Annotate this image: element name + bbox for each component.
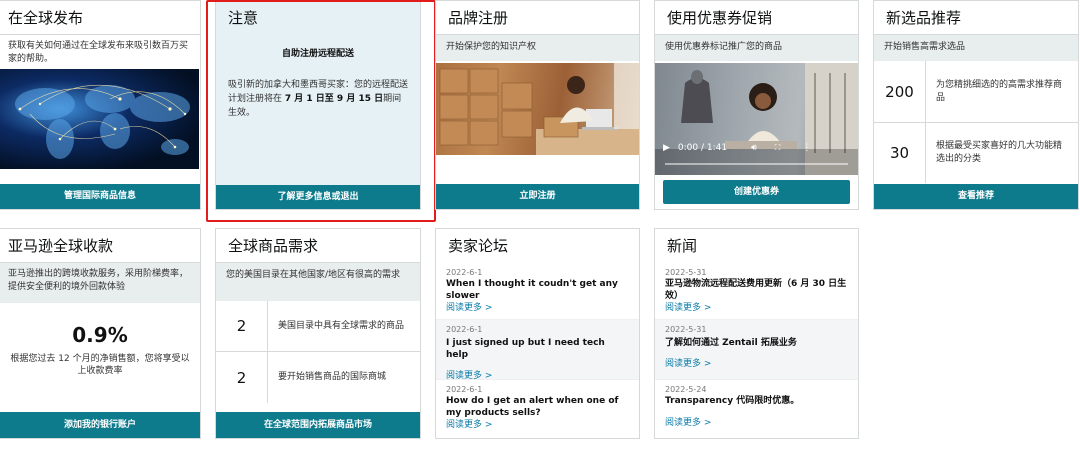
card-title: 新闻 <box>655 229 858 263</box>
news-item[interactable]: 2022-5-31 了解如何通过 Zentail 拓展业务 阅读更多 > <box>655 320 858 380</box>
post-title[interactable]: How do I get an alert when one of my pro… <box>446 395 629 419</box>
card-title: 卖家论坛 <box>436 229 639 263</box>
read-more-link[interactable]: 阅读更多 > <box>665 302 848 314</box>
demand-row[interactable]: 2 美国目录中具有全球需求的商品 <box>216 301 420 352</box>
demand-count: 2 <box>216 352 268 403</box>
card-title: 在全球发布 <box>0 1 200 35</box>
coupon-video-player[interactable]: ▶ 0:00 / 1:41 🔊︎ ⛶ ⋮ <box>655 63 858 175</box>
expand-global-markets-button[interactable]: 在全球范围内拓展商品市场 <box>216 412 420 438</box>
seller-forum-card: 卖家论坛 2022-6-1 When I thought it coudn't … <box>435 228 640 439</box>
create-coupon-button[interactable]: 创建优惠券 <box>663 180 850 204</box>
world-network-image <box>0 69 199 169</box>
demand-text: 要开始销售商品的国际商城 <box>278 372 387 382</box>
read-more-link[interactable]: 阅读更多 > <box>665 358 848 370</box>
fee-rate-value: 0.9% <box>72 323 128 347</box>
volume-icon[interactable]: 🔊︎ <box>751 143 757 153</box>
card-description: 开始保护您的知识产权 <box>436 35 639 61</box>
manage-international-listings-button[interactable]: 管理国际商品信息 <box>0 184 200 209</box>
news-title[interactable]: Transparency 代码限时优惠。 <box>665 395 848 407</box>
card-description: 亚马逊推出的跨境收款服务，采用阶梯费率，提供安全便利的境外回款体验 <box>0 263 200 303</box>
card-title: 使用优惠券促销 <box>655 1 858 35</box>
news-title[interactable]: 亚马逊物流远程配送费用更新（6 月 30 日生效） <box>665 278 848 302</box>
notice-date-range: 7 月 1 日至 9 月 15 日 <box>284 94 384 104</box>
recommendation-text: 根据最受买家喜好的几大功能精选出的分类 <box>936 141 1063 164</box>
card-title: 品牌注册 <box>436 1 639 35</box>
recommendation-count: 30 <box>874 123 926 183</box>
add-bank-account-button[interactable]: 添加我的银行账户 <box>0 412 200 438</box>
card-title: 全球商品需求 <box>216 229 420 263</box>
more-options-icon[interactable]: ⋮ <box>802 143 811 153</box>
news-item[interactable]: 2022-5-24 Transparency 代码限时优惠。 阅读更多 > <box>655 380 858 432</box>
read-more-link[interactable]: 阅读更多 > <box>446 302 629 314</box>
news-title[interactable]: 了解如何通过 Zentail 拓展业务 <box>665 337 848 349</box>
fullscreen-icon[interactable]: ⛶ <box>775 143 781 153</box>
video-controls: ▶ 0:00 / 1:41 🔊︎ ⛶ ⋮ <box>655 137 858 159</box>
card-title: 注意 <box>216 1 420 35</box>
global-payments-card: 亚马逊全球收款 亚马逊推出的跨境收款服务，采用阶梯费率，提供安全便利的境外回款体… <box>0 228 201 439</box>
video-progress-bar[interactable] <box>665 163 848 165</box>
recommendation-text: 为您精挑细选的的高需求推荐商品 <box>936 79 1063 103</box>
forum-post[interactable]: 2022-6-1 How do I get an alert when one … <box>436 380 639 434</box>
card-description: 您的美国目录在其他国家/地区有很高的需求 <box>216 263 420 301</box>
notice-body: 吸引新的加拿大和墨西哥买家：您的远程配送计划注册将在 7 月 1 日至 9 月 … <box>216 78 420 120</box>
notice-heading: 自助注册远程配送 <box>281 49 354 59</box>
card-description: 使用优惠券标记推广您的商品 <box>655 35 858 61</box>
fee-rate-note: 根据您过去 12 个月的净销售额，您将享受以上收款费率 <box>10 354 190 376</box>
card-description: 开始销售高需求选品 <box>874 35 1078 61</box>
recommendation-count: 200 <box>874 61 926 122</box>
recommendation-row[interactable]: 200 为您精挑细选的的高需求推荐商品 <box>874 61 1078 123</box>
demand-row[interactable]: 2 要开始销售商品的国际商城 <box>216 352 420 403</box>
news-date: 2022-5-31 <box>665 268 707 277</box>
seller-packing-image <box>436 63 639 155</box>
card-title: 新选品推荐 <box>874 1 1078 35</box>
card-title: 亚马逊全球收款 <box>0 229 200 263</box>
forum-post[interactable]: 2022-6-1 I just signed up but I need tec… <box>436 320 639 381</box>
learn-more-or-opt-out-button[interactable]: 了解更多信息或退出 <box>216 185 420 209</box>
register-now-button[interactable]: 立即注册 <box>436 184 639 209</box>
news-date: 2022-5-24 <box>665 385 707 394</box>
read-more-link[interactable]: 阅读更多 > <box>446 419 629 431</box>
demand-count: 2 <box>216 301 268 351</box>
new-selection-card: 新选品推荐 开始销售高需求选品 200 为您精挑细选的的高需求推荐商品 30 根… <box>873 0 1079 210</box>
coupon-card: 使用优惠券促销 使用优惠券标记推广您的商品 ▶ 0:00 / 1:41 🔊︎ ⛶… <box>654 0 859 210</box>
post-date: 2022-6-1 <box>446 325 483 334</box>
brand-registry-card: 品牌注册 开始保护您的知识产权 立即注册 <box>435 0 640 210</box>
card-description: 获取有关如何通过在全球发布来吸引数百万买家的帮助。 <box>0 35 200 69</box>
recommendation-row[interactable]: 30 根据最受买家喜好的几大功能精选出的分类 <box>874 123 1078 183</box>
post-date: 2022-6-1 <box>446 385 483 394</box>
read-more-link[interactable]: 阅读更多 > <box>665 417 848 429</box>
post-title[interactable]: When I thought it coudn't get any slower <box>446 278 629 302</box>
forum-post[interactable]: 2022-6-1 When I thought it coudn't get a… <box>436 263 639 320</box>
play-icon[interactable]: ▶ <box>663 143 670 153</box>
news-date: 2022-5-31 <box>665 325 707 334</box>
global-launch-card: 在全球发布 获取有关如何通过在全球发布来吸引数百万买家的帮助。 管理国际商品信息 <box>0 0 201 210</box>
video-time: 0:00 / 1:41 <box>677 143 728 153</box>
news-card: 新闻 2022-5-31 亚马逊物流远程配送费用更新（6 月 30 日生效） 阅… <box>654 228 859 439</box>
demand-text: 美国目录中具有全球需求的商品 <box>278 320 405 331</box>
post-date: 2022-6-1 <box>446 268 483 277</box>
news-item[interactable]: 2022-5-31 亚马逊物流远程配送费用更新（6 月 30 日生效） 阅读更多… <box>655 263 858 320</box>
notice-card: 注意 自助注册远程配送 吸引新的加拿大和墨西哥买家：您的远程配送计划注册将在 7… <box>215 0 421 210</box>
global-demand-card: 全球商品需求 您的美国目录在其他国家/地区有很高的需求 2 美国目录中具有全球需… <box>215 228 421 439</box>
post-title[interactable]: I just signed up but I need tech help <box>446 337 629 361</box>
view-recommendations-button[interactable]: 查看推荐 <box>874 184 1078 209</box>
